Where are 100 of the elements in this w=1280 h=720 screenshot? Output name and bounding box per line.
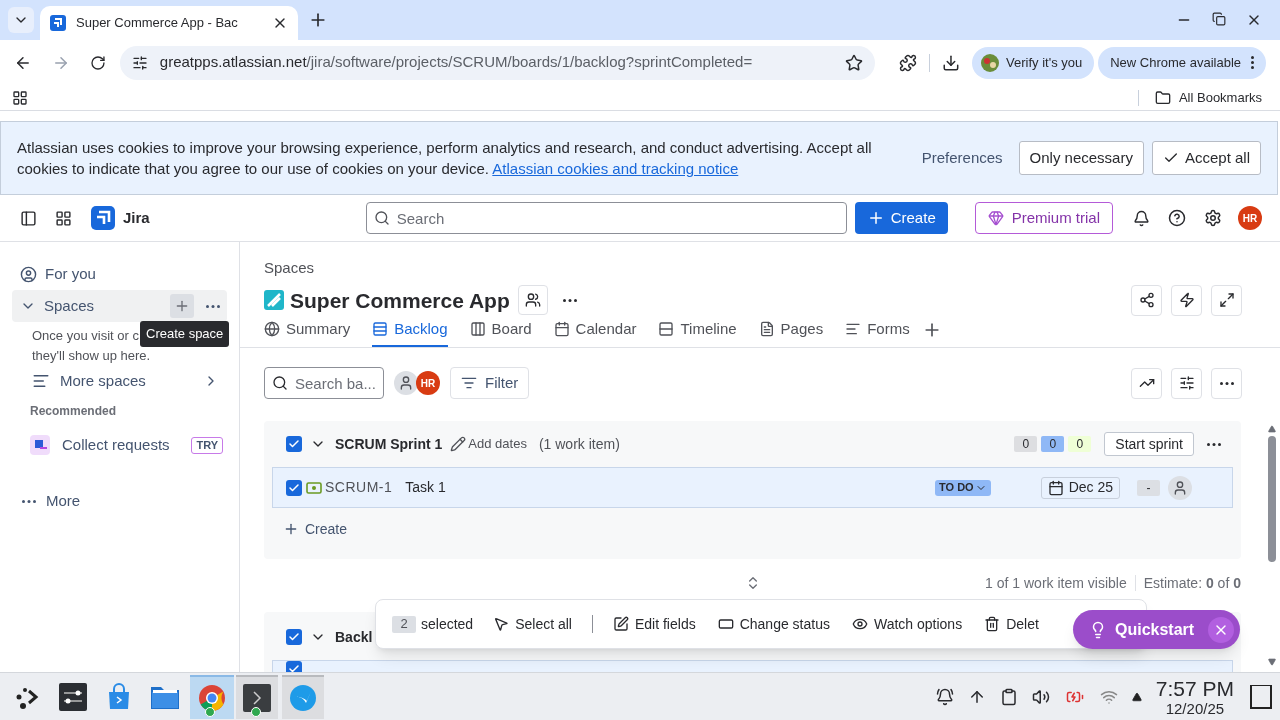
plus-icon bbox=[283, 521, 299, 537]
add-space-button[interactable] bbox=[170, 294, 194, 318]
extensions-icon[interactable] bbox=[899, 53, 918, 72]
expand-icon bbox=[1218, 292, 1235, 309]
taskbar-app[interactable] bbox=[236, 674, 278, 719]
preferences-button[interactable]: Preferences bbox=[913, 141, 1011, 175]
backlog-search-field[interactable]: Search ba... bbox=[264, 367, 384, 399]
accept-all-button[interactable]: Accept all bbox=[1151, 141, 1261, 175]
lines-icon bbox=[32, 372, 50, 390]
filter-button[interactable]: Filter bbox=[450, 367, 530, 399]
sidebar-item[interactable]: For you bbox=[12, 258, 227, 290]
start-sprint-button[interactable]: Start sprint bbox=[1104, 432, 1194, 456]
site-info-icon[interactable] bbox=[131, 54, 148, 71]
timeline-icon bbox=[658, 321, 675, 337]
browser-tab[interactable]: Super Commerce App - Bac bbox=[40, 6, 298, 40]
sidebar-item[interactable]: More spaces bbox=[12, 366, 227, 396]
more-icon[interactable] bbox=[1207, 442, 1221, 446]
close-button[interactable] bbox=[1208, 616, 1235, 643]
plus-icon bbox=[174, 298, 190, 314]
terminal-icon bbox=[243, 683, 271, 712]
volume-icon[interactable] bbox=[1031, 687, 1050, 706]
create-item-button[interactable]: Create bbox=[283, 517, 348, 541]
bookmark-star-icon[interactable] bbox=[845, 53, 864, 72]
trash-icon bbox=[984, 616, 1001, 632]
apps-icon[interactable] bbox=[12, 89, 28, 106]
show-desktop-button[interactable] bbox=[1250, 684, 1272, 709]
work-item-row[interactable]: SCRUM-1 Task 1 TO DO Dec 25 - bbox=[272, 467, 1233, 508]
all-bookmarks-button[interactable]: All Bookmarks bbox=[1154, 87, 1262, 108]
more-icon[interactable] bbox=[206, 304, 220, 308]
tab[interactable]: Board bbox=[469, 313, 532, 347]
diamond-icon bbox=[987, 210, 1004, 226]
bird-icon bbox=[289, 683, 317, 712]
insights-button[interactable] bbox=[1131, 367, 1162, 399]
tab[interactable]: Forms bbox=[845, 313, 910, 347]
more-icon[interactable] bbox=[562, 298, 577, 302]
try-badge: TRY bbox=[191, 436, 223, 454]
more-icon bbox=[22, 499, 36, 503]
premium-trial-button[interactable]: Premium trial bbox=[974, 202, 1113, 234]
more-button[interactable] bbox=[1211, 367, 1242, 399]
search-field[interactable]: Search bbox=[365, 202, 847, 234]
checkbox[interactable] bbox=[286, 436, 302, 452]
user-avatar[interactable]: HR bbox=[1238, 206, 1262, 230]
user-avatar[interactable]: HR bbox=[416, 371, 440, 395]
download-icon[interactable] bbox=[942, 53, 961, 72]
bulk-action-button[interactable]: Change status bbox=[717, 613, 830, 635]
scrollbar-thumb[interactable] bbox=[1268, 436, 1276, 562]
address-bar[interactable]: greatpps.atlassian.net/jira/software/projects/SCRUM/boards/1/backlog?sprintCompleted= bbox=[119, 45, 876, 80]
status-dropdown[interactable]: TO DO bbox=[935, 479, 991, 496]
tab[interactable]: Backlog bbox=[372, 313, 448, 347]
tab[interactable]: Summary bbox=[264, 313, 351, 347]
fullscreen-button[interactable] bbox=[1211, 284, 1242, 316]
form-icon bbox=[845, 321, 862, 337]
checkbox[interactable] bbox=[286, 479, 302, 496]
reload-icon[interactable] bbox=[89, 54, 106, 71]
bulk-action-button[interactable]: Edit fields bbox=[612, 613, 696, 635]
app-switcher-icon[interactable] bbox=[55, 209, 72, 227]
checkbox[interactable] bbox=[286, 629, 302, 645]
due-date-button[interactable]: Dec 25 bbox=[1040, 476, 1120, 499]
sliders-icon bbox=[59, 682, 87, 711]
verify-button[interactable]: Verify it's you bbox=[972, 46, 1095, 79]
sidebar-toggle-icon[interactable] bbox=[20, 209, 37, 227]
quickstart-button[interactable]: Quickstart bbox=[1073, 610, 1241, 649]
scroll-down-icon[interactable] bbox=[1268, 658, 1276, 666]
rectangle-icon bbox=[717, 616, 734, 632]
tab[interactable]: Calendar bbox=[553, 313, 637, 347]
sidebar-item[interactable]: Spaces bbox=[12, 290, 227, 322]
automation-button[interactable] bbox=[1171, 284, 1202, 316]
jira-logo[interactable]: Jira bbox=[91, 206, 150, 230]
cookie-notice-link[interactable]: Atlassian cookies and tracking notice bbox=[492, 160, 739, 177]
create-button[interactable]: Create bbox=[854, 202, 948, 234]
restore-icon[interactable] bbox=[1212, 12, 1226, 26]
view-settings-button[interactable] bbox=[1171, 367, 1202, 399]
clipboard-icon[interactable] bbox=[999, 687, 1018, 706]
bulk-action-button[interactable]: Select all bbox=[493, 613, 572, 635]
sidebar-item[interactable]: Collect requests TRY bbox=[12, 430, 227, 460]
avatar-placeholder-icon[interactable] bbox=[394, 371, 418, 395]
tray-expand-icon[interactable] bbox=[1131, 691, 1142, 702]
only-necessary-button[interactable]: Only necessary bbox=[1018, 141, 1144, 175]
notifications-icon[interactable] bbox=[1133, 209, 1150, 227]
people-button[interactable] bbox=[517, 285, 548, 316]
add-dates-button[interactable]: Add dates bbox=[450, 434, 527, 454]
sidebar-item[interactable]: More bbox=[12, 486, 227, 516]
assignee-icon[interactable] bbox=[1168, 475, 1192, 500]
tab-list-button[interactable] bbox=[8, 7, 34, 33]
notifications-icon[interactable] bbox=[935, 687, 954, 706]
bulk-action-button[interactable]: Delet bbox=[984, 613, 1039, 635]
bulk-action-button[interactable]: Watch options bbox=[851, 613, 963, 635]
jira-logo-icon bbox=[91, 206, 115, 230]
tab[interactable]: Timeline bbox=[658, 313, 737, 347]
sprint-name: SCRUM Sprint 1 bbox=[335, 434, 443, 454]
points-badge: 0 bbox=[1041, 436, 1065, 452]
tooltip: Create space bbox=[140, 321, 230, 347]
settings-icon[interactable] bbox=[1204, 209, 1222, 227]
help-icon[interactable] bbox=[1168, 209, 1186, 227]
scroll-up-icon[interactable] bbox=[1268, 425, 1276, 433]
chrome-update-button[interactable]: New Chrome available bbox=[1098, 46, 1266, 79]
clock[interactable]: 7:57 PM 12/20/25 bbox=[1155, 677, 1234, 716]
edit-icon bbox=[612, 616, 629, 632]
tab[interactable]: Pages bbox=[758, 313, 824, 347]
share-button[interactable] bbox=[1131, 284, 1162, 316]
